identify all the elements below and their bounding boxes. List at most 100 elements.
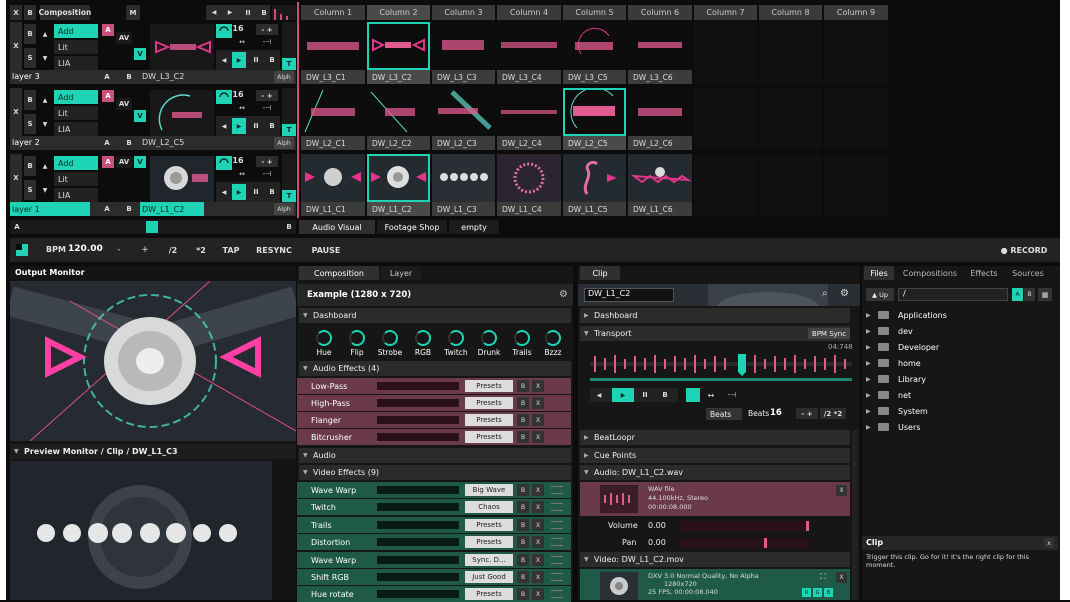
presets-dropdown[interactable]: Presets xyxy=(465,519,513,531)
drag-handle-icon[interactable] xyxy=(551,503,563,511)
pause-button[interactable]: II xyxy=(242,5,254,20)
clip-cell[interactable]: DW_L2_C4 xyxy=(497,88,561,150)
column-5-header[interactable]: Column 5 xyxy=(563,5,626,20)
pan-slider[interactable] xyxy=(680,538,810,548)
layer-clear-button[interactable]: X xyxy=(10,154,22,202)
effect-row-shift-rgb[interactable]: Shift RGB Just Good B X xyxy=(297,569,571,585)
x-toggle[interactable]: X xyxy=(10,5,22,20)
pause-button[interactable]: II xyxy=(250,186,262,198)
expand-icon[interactable]: ▶ xyxy=(866,360,878,367)
effect-row-wave-warp-2[interactable]: Wave Warp Sync. D... B X xyxy=(297,552,571,568)
knob-twitch[interactable] xyxy=(448,330,464,346)
clip-cell-empty[interactable] xyxy=(694,22,757,84)
pause-button[interactable]: II xyxy=(250,120,262,132)
crossfade-b-button[interactable]: B xyxy=(122,202,136,216)
tab-sources[interactable]: Sources xyxy=(1006,266,1050,280)
blend-add[interactable]: Add xyxy=(54,24,98,38)
folder-users[interactable]: ▶ Users xyxy=(866,420,920,434)
tab-clip[interactable]: Clip xyxy=(580,266,620,280)
clip-cell[interactable]: DW_L2_C3 xyxy=(432,88,495,150)
bypass-button[interactable]: B xyxy=(517,519,529,531)
bypass-button[interactable]: B xyxy=(517,536,529,548)
presets-dropdown[interactable]: Presets xyxy=(465,414,513,426)
v-button[interactable]: V xyxy=(134,110,146,122)
deck-tab-audio-visual[interactable]: Audio Visual xyxy=(299,220,375,234)
crossfade-b-button[interactable]: B xyxy=(122,136,136,150)
browser-b-button[interactable]: B xyxy=(1024,288,1035,301)
dashboard-header[interactable]: Dashboard xyxy=(299,308,571,323)
column-6-header[interactable]: Column 6 xyxy=(628,5,692,20)
layer-solo-button[interactable]: S xyxy=(24,114,36,134)
presets-dropdown[interactable]: Sync. D... xyxy=(465,554,513,566)
effect-slider[interactable] xyxy=(377,486,459,494)
knob-trails[interactable] xyxy=(514,330,530,346)
column-2-header[interactable]: Column 2 xyxy=(367,5,430,20)
clip-cell-empty[interactable] xyxy=(759,22,822,84)
expand-icon[interactable]: ▶ xyxy=(866,424,878,431)
bpm-half-button[interactable]: /2 xyxy=(162,242,184,258)
av-button[interactable]: AV xyxy=(116,156,132,168)
drag-handle-icon[interactable] xyxy=(551,573,563,581)
expand-icon[interactable]: ▶ xyxy=(866,376,878,383)
channel-b-button[interactable]: B xyxy=(824,588,833,597)
play-icon[interactable]: ▶ xyxy=(612,388,634,402)
preview-monitor-header[interactable]: Preview Monitor / Clip / DW_L1_C3 xyxy=(10,444,296,459)
a-button[interactable]: A xyxy=(102,24,114,36)
resync-button[interactable]: RESYNC xyxy=(254,242,294,258)
clip-cell[interactable]: DW_L3_C3 xyxy=(432,22,495,84)
pan-value[interactable]: 0.00 xyxy=(648,538,666,547)
bypass-button[interactable]: B xyxy=(517,484,529,496)
folder-system[interactable]: ▶ System xyxy=(866,404,928,418)
effect-slider[interactable] xyxy=(377,556,459,564)
tab-files[interactable]: Files xyxy=(864,266,894,280)
bypass-button[interactable]: B xyxy=(517,397,529,409)
bounce-button[interactable]: B xyxy=(266,54,278,66)
drag-handle-icon[interactable] xyxy=(551,590,563,598)
effect-row-high-pass[interactable]: High-Pass Presets B X xyxy=(297,395,571,411)
clip-cell-empty[interactable] xyxy=(759,88,822,150)
bypass-button[interactable]: B xyxy=(517,554,529,566)
clip-cell-empty[interactable] xyxy=(694,88,757,150)
skip-end-icon[interactable]: -⊣ xyxy=(256,168,278,180)
blend-lit[interactable]: Lit xyxy=(54,40,98,54)
a-button[interactable]: A xyxy=(102,156,114,168)
drag-handle-icon[interactable] xyxy=(551,538,563,546)
skip-end-icon[interactable]: -⊣ xyxy=(256,102,278,114)
remove-video-button[interactable]: X xyxy=(836,572,847,583)
clip-cell[interactable]: DW_L1_C2 xyxy=(367,154,430,216)
bpm-decrease-button[interactable]: - xyxy=(110,242,128,258)
gear-icon[interactable]: ⚙ xyxy=(559,289,568,300)
presets-dropdown[interactable]: Just Good xyxy=(465,571,513,583)
metronome-icon[interactable] xyxy=(16,244,28,256)
bypass-button[interactable]: B xyxy=(517,414,529,426)
effect-row-wave-warp[interactable]: Wave Warp Big Wave B X xyxy=(297,482,571,498)
column-4-header[interactable]: Column 4 xyxy=(497,5,561,20)
remove-button[interactable]: X xyxy=(532,431,544,443)
effect-row-distortion[interactable]: Distortion Presets B X xyxy=(297,534,571,550)
effect-slider[interactable] xyxy=(377,416,459,424)
layer-name[interactable]: layer 2 xyxy=(12,138,40,147)
v-button[interactable]: V xyxy=(134,156,146,168)
path-dropdown[interactable]: / xyxy=(898,288,1008,301)
video-effects-header[interactable]: Video Effects (9) xyxy=(299,465,571,480)
crossfade-b-button[interactable]: B xyxy=(122,70,136,84)
effect-row-flanger[interactable]: Flanger Presets B X xyxy=(297,412,571,428)
blend-lit[interactable]: Lit xyxy=(54,172,98,186)
transition-button[interactable]: T xyxy=(282,124,296,136)
browser-a-button[interactable]: A xyxy=(1012,288,1023,301)
shuffle-icon[interactable]: ↔ xyxy=(702,388,720,402)
clip-cell[interactable]: DW_L1_C5 xyxy=(563,154,626,216)
tab-layer[interactable]: Layer xyxy=(381,266,421,280)
bpm-increase-button[interactable]: + xyxy=(136,242,154,258)
layer-solo-button[interactable]: S xyxy=(24,48,36,68)
folder-home[interactable]: ▶ home xyxy=(866,356,921,370)
layer-name[interactable]: layer 1 xyxy=(10,202,90,216)
tab-effects[interactable]: Effects xyxy=(966,266,1002,280)
beats-dropdown[interactable]: Beats xyxy=(706,408,742,420)
cue-points-header[interactable]: Cue Points xyxy=(580,448,850,463)
effect-row-twitch[interactable]: Twitch Chaos B X xyxy=(297,499,571,515)
clip-cell[interactable]: DW_L3_C2 xyxy=(367,22,430,84)
bounce-button[interactable]: B xyxy=(658,389,672,401)
column-1-header[interactable]: Column 1 xyxy=(301,5,365,20)
av-button[interactable]: AV xyxy=(116,32,132,44)
